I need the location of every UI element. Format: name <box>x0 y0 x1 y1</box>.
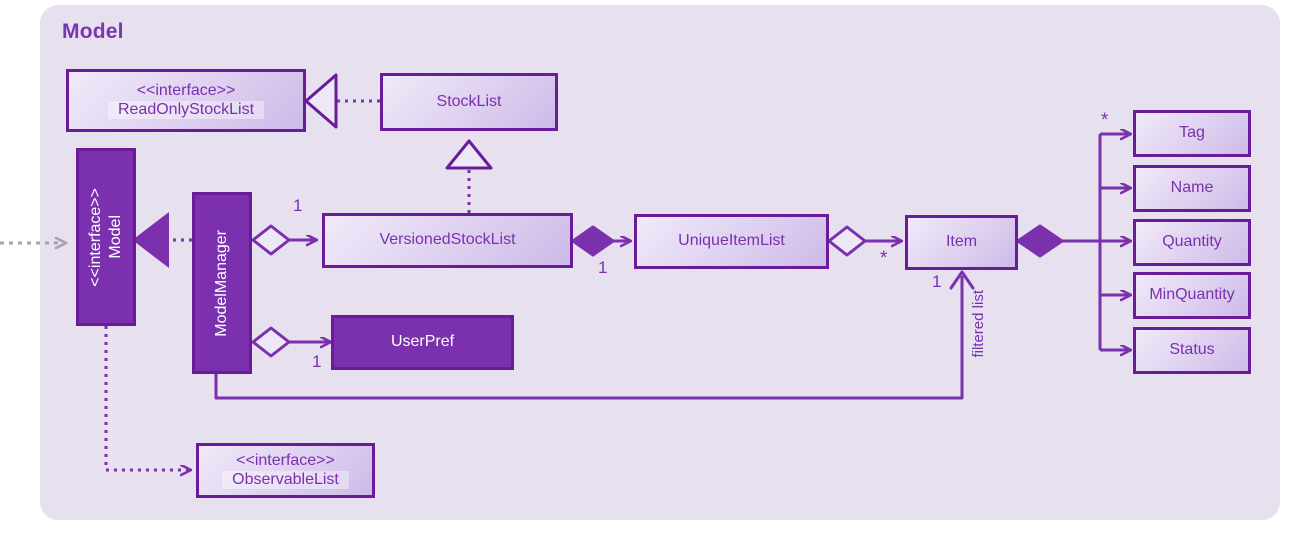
class-tag[interactable]: Tag <box>1133 110 1251 157</box>
class-name[interactable]: Name <box>1133 165 1251 212</box>
class-name-label: MinQuantity <box>1149 286 1235 304</box>
class-name-label: UserPref <box>390 333 455 351</box>
class-name-label: Model <box>107 215 124 259</box>
multiplicity-item-filtered: 1 <box>932 272 942 291</box>
uml-class-diagram: Model <<interface>> ReadOnlyStockList St… <box>0 0 1289 533</box>
multiplicity-versionedstocklist-uniqueitemlist: 1 <box>598 258 608 277</box>
stereotype-label: <<interface>> <box>236 451 335 469</box>
class-model-interface[interactable]: <<interface>> Model <box>76 148 136 326</box>
multiplicity-item-tag: * <box>1101 110 1109 131</box>
class-name-label: Quantity <box>1162 233 1222 251</box>
multiplicity-modelmanager-userpref: 1 <box>312 352 322 371</box>
class-item[interactable]: Item <box>905 215 1018 270</box>
class-userpref[interactable]: UserPref <box>331 315 514 370</box>
class-name-label: Name <box>1170 179 1214 197</box>
multiplicity-modelmanager-versionedstocklist: 1 <box>293 196 303 215</box>
class-name-label: Status <box>1169 341 1215 359</box>
class-name-label: UniqueItemList <box>678 232 785 250</box>
class-modelmanager[interactable]: ModelManager <box>192 192 252 374</box>
class-versionedstocklist[interactable]: VersionedStockList <box>322 213 573 268</box>
edge-label-filtered-list: filtered list <box>970 290 987 358</box>
class-stocklist[interactable]: StockList <box>380 73 558 131</box>
class-name-label: ReadOnlyStockList <box>107 100 265 120</box>
class-name-label: StockList <box>436 92 502 110</box>
class-status[interactable]: Status <box>1133 327 1251 374</box>
class-name-label: ModelManager <box>213 229 230 337</box>
stereotype-label: <<interface>> <box>87 187 104 287</box>
stereotype-label: <<interface>> <box>136 81 236 99</box>
class-name-label: ObservableList <box>222 470 349 490</box>
class-quantity[interactable]: Quantity <box>1133 219 1251 266</box>
class-uniqueitemlist[interactable]: UniqueItemList <box>634 214 829 269</box>
class-observablelist[interactable]: <<interface>> ObservableList <box>196 443 375 498</box>
class-readonlystocklist[interactable]: <<interface>> ReadOnlyStockList <box>66 69 306 132</box>
class-name-label: Item <box>945 233 978 251</box>
class-name-label: VersionedStockList <box>379 231 516 249</box>
class-minquantity[interactable]: MinQuantity <box>1133 272 1251 319</box>
package-title: Model <box>62 20 124 43</box>
class-name-label: Tag <box>1179 124 1205 142</box>
multiplicity-uniqueitemlist-item: * <box>880 248 888 269</box>
